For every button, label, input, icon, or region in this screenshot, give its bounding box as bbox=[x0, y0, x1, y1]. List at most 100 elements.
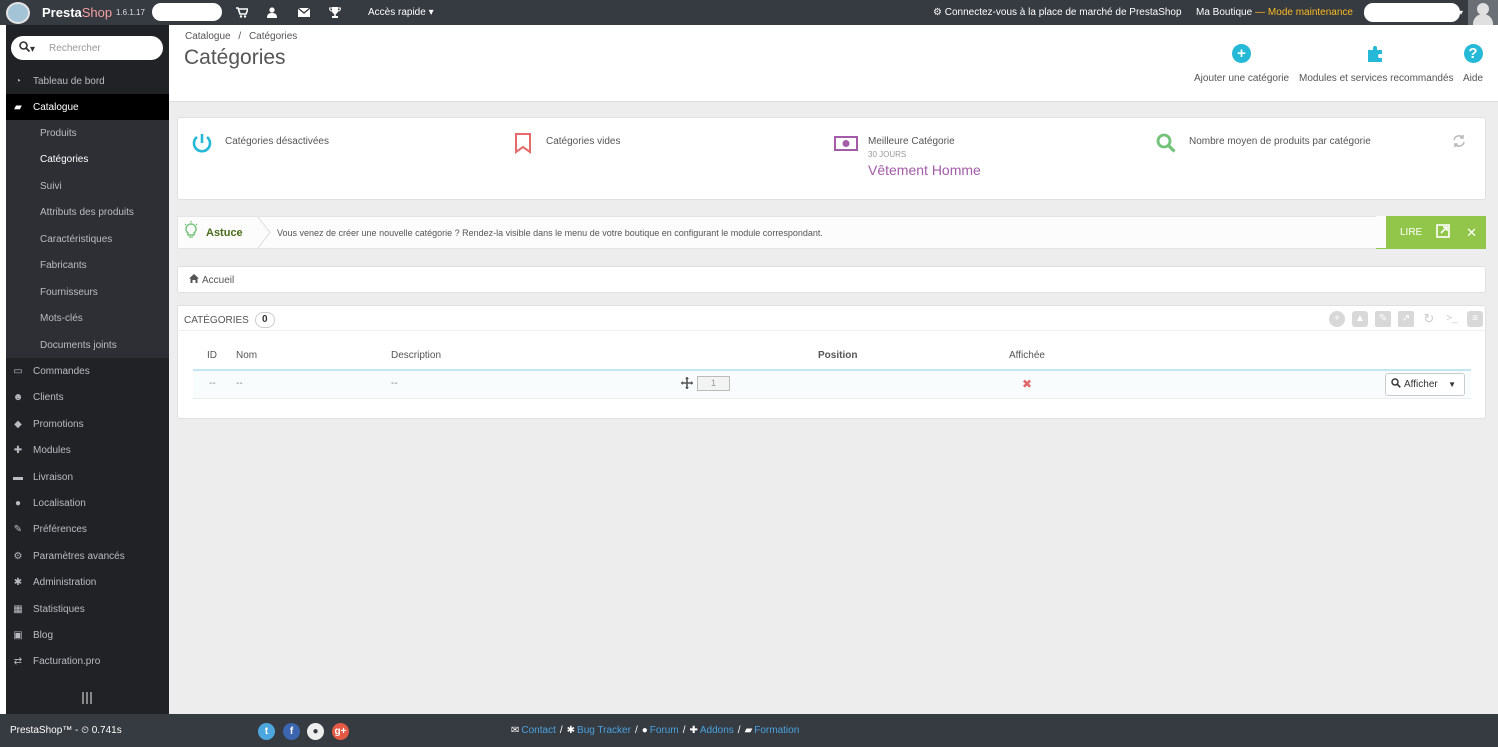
read-tip-button[interactable]: LIRE ✕ bbox=[1376, 216, 1486, 249]
home-link[interactable]: Accueil bbox=[189, 274, 234, 286]
footer-link-contact[interactable]: Contact bbox=[521, 725, 555, 736]
add-new-icon[interactable]: + bbox=[1329, 311, 1345, 327]
sidebar-item-blog[interactable]: ▣ Blog bbox=[6, 622, 169, 648]
filter-name[interactable]: -- bbox=[236, 378, 243, 389]
recommended-modules-button[interactable]: Modules et services recommandés bbox=[1299, 43, 1454, 84]
chevron-down-icon[interactable]: ▾ bbox=[1459, 0, 1463, 25]
puzzle-icon: ✚ bbox=[13, 444, 23, 456]
filter-id[interactable]: -- bbox=[209, 378, 216, 389]
submenu-item-fabricants[interactable]: Fabricants bbox=[40, 252, 87, 278]
breadcrumb-parent[interactable]: Catalogue bbox=[185, 31, 231, 42]
column-header-position[interactable]: Position bbox=[818, 350, 857, 361]
cart-icon[interactable] bbox=[236, 0, 248, 25]
submenu-item-attributs[interactable]: Attributs des produits bbox=[40, 199, 134, 225]
money-icon bbox=[834, 132, 858, 156]
user-icon[interactable] bbox=[267, 0, 277, 25]
marketplace-link[interactable]: ⚙ Connectez-vous à la place de marché de… bbox=[933, 0, 1182, 25]
envelope-icon: ✉ bbox=[511, 725, 520, 736]
quick-access-dropdown[interactable]: Accès rapide ▾ bbox=[368, 0, 434, 25]
footer-link-addons[interactable]: Addons bbox=[700, 725, 734, 736]
sidebar-item-commandes[interactable]: ▭ Commandes bbox=[6, 358, 169, 384]
puzzle-icon bbox=[1366, 43, 1386, 63]
redacted-area bbox=[1364, 3, 1460, 22]
breadcrumb: Catalogue / Catégories bbox=[185, 31, 298, 42]
search-icon bbox=[1155, 132, 1179, 156]
sidebar-item-facturation[interactable]: ⇄ Facturation.pro bbox=[6, 648, 169, 674]
sidebar-item-preferences[interactable]: ✎ Préférences bbox=[6, 516, 169, 542]
sidebar-item-clients[interactable]: ☻ Clients bbox=[6, 384, 169, 410]
submenu-item-caracteristiques[interactable]: Caractéristiques bbox=[40, 226, 112, 252]
best-category-value: Vêtement Homme bbox=[868, 162, 981, 178]
bookmark-icon bbox=[512, 132, 536, 156]
search-placeholder: Rechercher bbox=[49, 42, 101, 54]
sidebar-item-parametres-avances[interactable]: ⚙ Paramètres avancés bbox=[6, 543, 169, 569]
sidebar-item-promotions[interactable]: ◆ Promotions bbox=[6, 411, 169, 437]
footer-link-bug-tracker[interactable]: Bug Tracker bbox=[577, 725, 631, 736]
search-input[interactable]: ▾ Rechercher bbox=[11, 36, 163, 60]
kpi-best-category[interactable]: Meilleure Catégorie 30 JOURS Vêtement Ho… bbox=[834, 132, 981, 178]
marketplace-icon: ⚙ bbox=[933, 7, 945, 18]
database-icon[interactable]: ≡ bbox=[1467, 311, 1483, 327]
globe-icon: ● bbox=[14, 497, 22, 509]
kpi-disabled-categories[interactable]: Catégories désactivées bbox=[191, 132, 329, 156]
collapse-sidebar-icon[interactable] bbox=[82, 692, 92, 704]
submenu-item-produits[interactable]: Produits bbox=[40, 120, 77, 146]
footer-link-forum[interactable]: Forum bbox=[650, 725, 679, 736]
users-icon: ☻ bbox=[12, 391, 24, 403]
help-button[interactable]: ? Aide bbox=[1463, 43, 1483, 84]
github-icon[interactable]: ● bbox=[307, 723, 324, 740]
refresh-icon[interactable] bbox=[1452, 134, 1466, 151]
avatar[interactable] bbox=[1468, 0, 1498, 25]
close-icon[interactable]: ✕ bbox=[1466, 225, 1477, 241]
column-header-displayed[interactable]: Affichée bbox=[1009, 350, 1045, 361]
list-toolbar: + ▲ ✎ ↗ ↻ >_ ≡ bbox=[1322, 311, 1483, 327]
trophy-icon[interactable] bbox=[329, 0, 341, 25]
submenu-item-suivi[interactable]: Suivi bbox=[40, 173, 62, 199]
add-category-button[interactable]: + Ajouter une catégorie bbox=[1194, 43, 1289, 84]
sql-query-icon[interactable]: >_ bbox=[1444, 311, 1460, 327]
sidebar-item-dashboard[interactable]: ◔ Tableau de bord bbox=[6, 68, 169, 94]
google-plus-icon[interactable]: g+ bbox=[332, 723, 349, 740]
kpi-empty-categories[interactable]: Catégories vides bbox=[512, 132, 620, 156]
page-header: Catalogue / Catégories Catégories + Ajou… bbox=[169, 25, 1498, 102]
filter-description[interactable]: -- bbox=[391, 378, 398, 389]
edit-icon[interactable]: ✎ bbox=[1375, 311, 1391, 327]
edit-icon: ▣ bbox=[13, 629, 23, 641]
sidebar-item-livraison[interactable]: ▬ Livraison bbox=[6, 464, 169, 490]
category-breadcrumb bbox=[177, 266, 1486, 293]
upload-cloud-icon[interactable]: ▲ bbox=[1352, 311, 1368, 327]
twitter-icon[interactable]: t bbox=[258, 723, 275, 740]
sidebar-item-administration[interactable]: ✱ Administration bbox=[6, 569, 169, 595]
submenu-item-fournisseurs[interactable]: Fournisseurs bbox=[40, 279, 98, 305]
prestashop-logo-icon[interactable] bbox=[6, 2, 30, 24]
not-displayed-icon[interactable]: ✖ bbox=[1022, 377, 1032, 391]
bar-chart-icon: ▦ bbox=[13, 603, 23, 615]
submenu-item-documents[interactable]: Documents joints bbox=[40, 332, 117, 358]
bug-icon: ✱ bbox=[566, 725, 576, 736]
sidebar-item-statistiques[interactable]: ▦ Statistiques bbox=[6, 596, 169, 622]
footer-link-formation[interactable]: Formation bbox=[754, 725, 799, 736]
position-filter-input[interactable]: 1 bbox=[697, 376, 730, 391]
submenu-item-mots-cles[interactable]: Mots-clés bbox=[40, 305, 83, 331]
sidebar-item-modules[interactable]: ✚ Modules bbox=[6, 437, 169, 463]
caret-down-icon[interactable]: ▼ bbox=[1448, 380, 1456, 389]
sidebar-item-catalogue[interactable]: ▰ Catalogue bbox=[6, 94, 169, 120]
search-icon[interactable]: ▾ bbox=[19, 41, 35, 55]
submenu-item-categories[interactable]: Catégories bbox=[40, 146, 88, 172]
cog-icon: ✱ bbox=[13, 576, 23, 588]
envelope-icon[interactable] bbox=[298, 0, 310, 25]
column-header-name[interactable]: Nom bbox=[236, 350, 257, 361]
drag-move-icon[interactable] bbox=[681, 377, 693, 392]
lightbulb-icon bbox=[184, 221, 198, 244]
shop-name[interactable]: Ma Boutique — Mode maintenance bbox=[1196, 0, 1353, 25]
sidebar-item-localisation[interactable]: ● Localisation bbox=[6, 490, 169, 516]
refresh-list-icon[interactable]: ↻ bbox=[1421, 311, 1437, 327]
home-icon bbox=[189, 274, 199, 286]
facebook-icon[interactable]: f bbox=[283, 723, 300, 740]
page-title: Catégories bbox=[184, 46, 286, 69]
column-header-id[interactable]: ID bbox=[207, 350, 217, 361]
export-icon[interactable]: ↗ bbox=[1398, 311, 1414, 327]
show-button[interactable]: Afficher ▼ bbox=[1385, 373, 1465, 396]
column-header-description[interactable]: Description bbox=[391, 350, 441, 361]
kpi-average-products[interactable]: Nombre moyen de produits par catégorie bbox=[1155, 132, 1371, 156]
